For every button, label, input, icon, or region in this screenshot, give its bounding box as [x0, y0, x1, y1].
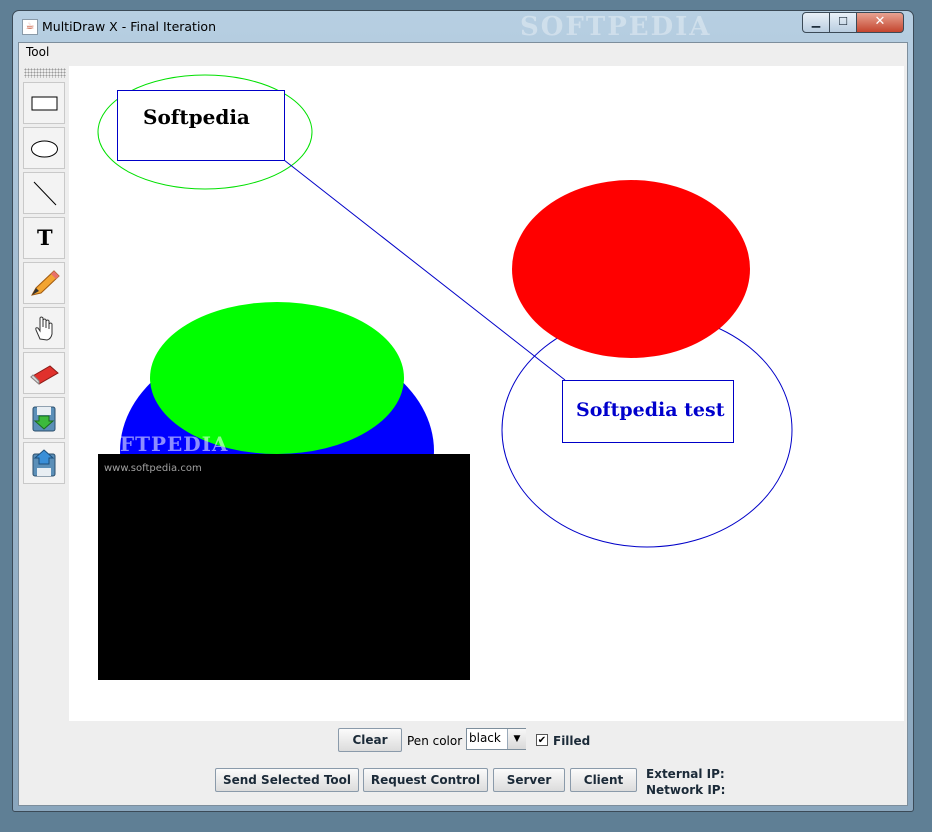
server-button[interactable]: Server [493, 768, 565, 792]
hand-tool-button[interactable] [23, 307, 65, 349]
canvas-text-softpedia: Softpedia [143, 105, 250, 129]
save-tool-button[interactable] [23, 397, 65, 439]
minimize-button[interactable]: ▁ [802, 12, 830, 33]
maximize-button[interactable]: ☐ [829, 12, 857, 33]
menu-tool[interactable]: Tool [26, 45, 49, 59]
filled-label: Filled [553, 734, 591, 748]
window-title: MultiDraw X - Final Iteration [42, 19, 216, 34]
save-icon [32, 406, 56, 432]
title-watermark: SOFTPEDIA [520, 12, 712, 42]
line-tool-button[interactable] [23, 172, 65, 214]
pencil-tool-button[interactable] [23, 262, 65, 304]
pencil-icon [31, 270, 60, 296]
java-app-icon: ☕ [22, 19, 38, 35]
red-filled-ellipse [512, 180, 750, 358]
ellipse-tool-button[interactable] [23, 127, 65, 169]
text-tool-button[interactable]: T [23, 217, 65, 259]
menu-bar [19, 43, 905, 64]
open-icon [32, 449, 56, 477]
rectangle-tool-button[interactable] [23, 82, 65, 124]
black-filled-rectangle [98, 454, 470, 680]
network-ip-label: Network IP: [646, 783, 726, 797]
rectangle-icon [31, 96, 58, 111]
ellipse-icon [31, 140, 58, 158]
pen-color-label: Pen color [407, 734, 463, 748]
toolbar-grip[interactable] [24, 68, 66, 78]
close-button[interactable]: ✕ [856, 12, 904, 33]
clear-button[interactable]: Clear [338, 728, 402, 752]
dropdown-arrow-icon[interactable]: ▼ [507, 729, 526, 749]
send-selected-tool-button[interactable]: Send Selected Tool [215, 768, 359, 792]
softpedia-watermark-logo: SOFTPEDIA [86, 432, 229, 456]
request-control-button[interactable]: Request Control [363, 768, 488, 792]
line-icon [33, 181, 57, 206]
softpedia-watermark-url: www.softpedia.com [104, 463, 202, 474]
canvas-shapes [97, 74, 793, 680]
filled-checkbox[interactable]: ✔ [536, 734, 548, 746]
eraser-icon [30, 365, 59, 386]
open-tool-button[interactable] [23, 442, 65, 484]
eraser-tool-button[interactable] [23, 352, 65, 394]
text-icon: T [37, 225, 53, 250]
canvas-text-softpedia-test: Softpedia test [576, 399, 725, 421]
client-button[interactable]: Client [570, 768, 637, 792]
external-ip-label: External IP: [646, 767, 725, 781]
hand-icon [35, 316, 53, 341]
pen-color-value: black [469, 731, 501, 745]
